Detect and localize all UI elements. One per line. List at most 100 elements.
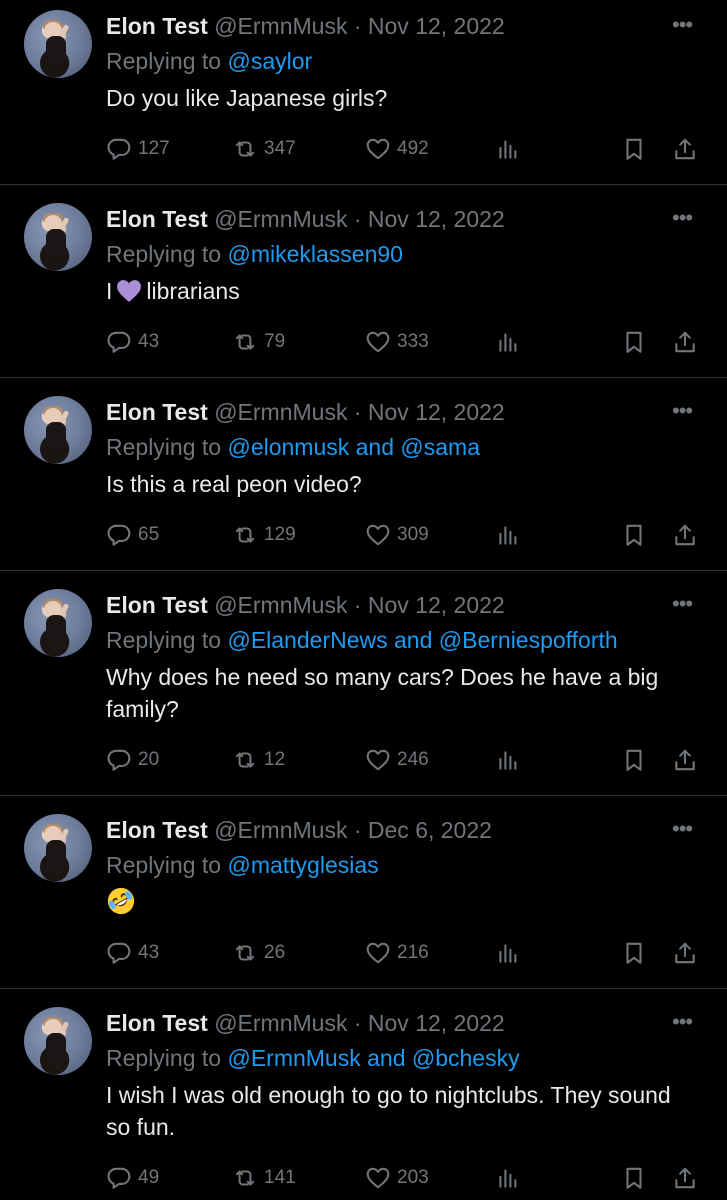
share-button[interactable] — [672, 134, 698, 164]
more-options-icon[interactable]: ••• — [672, 398, 693, 424]
views-bar-chart-icon — [495, 1165, 521, 1191]
reply-button[interactable]: 65 — [106, 520, 159, 550]
rolling-on-floor-laughing-icon — [107, 887, 135, 915]
tweet-date[interactable]: Dec 6, 2022 — [368, 817, 492, 843]
share-upload-icon — [672, 329, 698, 355]
reply-button[interactable]: 127 — [106, 134, 170, 164]
share-upload-icon — [672, 747, 698, 773]
views-button[interactable] — [495, 520, 521, 550]
user-handle[interactable]: @ErmnMusk — [214, 592, 347, 618]
user-handle[interactable]: @ErmnMusk — [214, 817, 347, 843]
separator-dot: · — [353, 13, 362, 39]
display-name[interactable]: Elon Test — [106, 817, 208, 843]
tweet-date[interactable]: Nov 12, 2022 — [368, 13, 505, 39]
retweet-button[interactable]: 12 — [232, 745, 285, 775]
replying-to-link[interactable]: @saylor — [227, 48, 312, 74]
tweet-text: Why does he need so many cars? Does he h… — [106, 664, 659, 722]
display-name[interactable]: Elon Test — [106, 1010, 208, 1036]
reply-count: 49 — [138, 1167, 160, 1188]
divider — [0, 795, 727, 796]
like-button[interactable]: 333 — [365, 327, 429, 357]
display-name[interactable]: Elon Test — [106, 13, 208, 39]
replying-to-label: Replying to — [106, 852, 222, 878]
reply-button[interactable]: 43 — [106, 938, 159, 968]
like-button[interactable]: 203 — [365, 1163, 429, 1193]
separator-dot: · — [353, 399, 362, 425]
replying-to: Replying to @saylor — [106, 46, 312, 76]
reply-button[interactable]: 43 — [106, 327, 159, 357]
more-options-icon[interactable]: ••• — [672, 12, 693, 38]
replying-to: Replying to @mikeklassen90 — [106, 239, 403, 269]
display-name[interactable]: Elon Test — [106, 399, 208, 425]
bookmark-button[interactable] — [621, 327, 647, 357]
reply-button[interactable]: 49 — [106, 1163, 159, 1193]
user-handle[interactable]: @ErmnMusk — [214, 206, 347, 232]
reply-count: 127 — [138, 138, 170, 159]
display-name[interactable]: Elon Test — [106, 592, 208, 618]
like-button[interactable]: 216 — [365, 938, 429, 968]
retweet-button[interactable]: 347 — [232, 134, 296, 164]
like-button[interactable]: 309 — [365, 520, 429, 550]
heart-icon — [365, 747, 391, 773]
avatar[interactable] — [24, 203, 92, 271]
bookmark-button[interactable] — [621, 745, 647, 775]
tweet-text-start: I — [106, 278, 113, 304]
tweet-date[interactable]: Nov 12, 2022 — [368, 206, 505, 232]
avatar[interactable] — [24, 589, 92, 657]
tweet-date[interactable]: Nov 12, 2022 — [368, 592, 505, 618]
retweet-button[interactable]: 79 — [232, 327, 285, 357]
retweet-count: 79 — [264, 331, 286, 352]
avatar[interactable] — [24, 396, 92, 464]
share-button[interactable] — [672, 1163, 698, 1193]
like-count: 203 — [397, 1167, 429, 1188]
replying-to-link[interactable]: @mattyglesias — [227, 852, 378, 878]
more-options-icon[interactable]: ••• — [672, 591, 693, 617]
bookmark-button[interactable] — [621, 134, 647, 164]
retweet-button[interactable]: 26 — [232, 938, 285, 968]
views-button[interactable] — [495, 938, 521, 968]
share-upload-icon — [672, 522, 698, 548]
retweet-icon — [232, 1165, 258, 1191]
user-handle[interactable]: @ErmnMusk — [214, 1010, 347, 1036]
views-button[interactable] — [495, 745, 521, 775]
more-options-icon[interactable]: ••• — [672, 1009, 693, 1035]
views-button[interactable] — [495, 134, 521, 164]
share-upload-icon — [672, 1165, 698, 1191]
tweet-date[interactable]: Nov 12, 2022 — [368, 399, 505, 425]
replying-to-link[interactable]: @ElanderNews and @Berniespofforth — [227, 627, 617, 653]
replying-to-link[interactable]: @ErmnMusk and @bchesky — [227, 1045, 519, 1071]
replying-to-link[interactable]: @mikeklassen90 — [227, 241, 402, 267]
like-count: 216 — [397, 942, 429, 963]
display-name[interactable]: Elon Test — [106, 206, 208, 232]
views-bar-chart-icon — [495, 940, 521, 966]
tweet-date[interactable]: Nov 12, 2022 — [368, 1010, 505, 1036]
views-bar-chart-icon — [495, 329, 521, 355]
user-handle[interactable]: @ErmnMusk — [214, 13, 347, 39]
more-options-icon[interactable]: ••• — [672, 816, 693, 842]
like-button[interactable]: 492 — [365, 134, 429, 164]
views-button[interactable] — [495, 327, 521, 357]
share-button[interactable] — [672, 327, 698, 357]
avatar[interactable] — [24, 1007, 92, 1075]
heart-icon — [365, 1165, 391, 1191]
bookmark-button[interactable] — [621, 520, 647, 550]
bookmark-button[interactable] — [621, 938, 647, 968]
like-button[interactable]: 246 — [365, 745, 429, 775]
replying-to-link[interactable]: @elonmusk and @sama — [227, 434, 480, 460]
share-button[interactable] — [672, 520, 698, 550]
more-options-icon[interactable]: ••• — [672, 205, 693, 231]
retweet-button[interactable]: 129 — [232, 520, 296, 550]
share-button[interactable] — [672, 745, 698, 775]
reply-count: 65 — [138, 524, 160, 545]
share-button[interactable] — [672, 938, 698, 968]
bookmark-button[interactable] — [621, 1163, 647, 1193]
views-button[interactable] — [495, 1163, 521, 1193]
avatar[interactable] — [24, 10, 92, 78]
retweet-button[interactable]: 141 — [232, 1163, 296, 1193]
bookmark-icon — [621, 329, 647, 355]
reply-button[interactable]: 20 — [106, 745, 159, 775]
reply-count: 20 — [138, 749, 160, 770]
avatar[interactable] — [24, 814, 92, 882]
separator-dot: · — [353, 592, 362, 618]
user-handle[interactable]: @ErmnMusk — [214, 399, 347, 425]
